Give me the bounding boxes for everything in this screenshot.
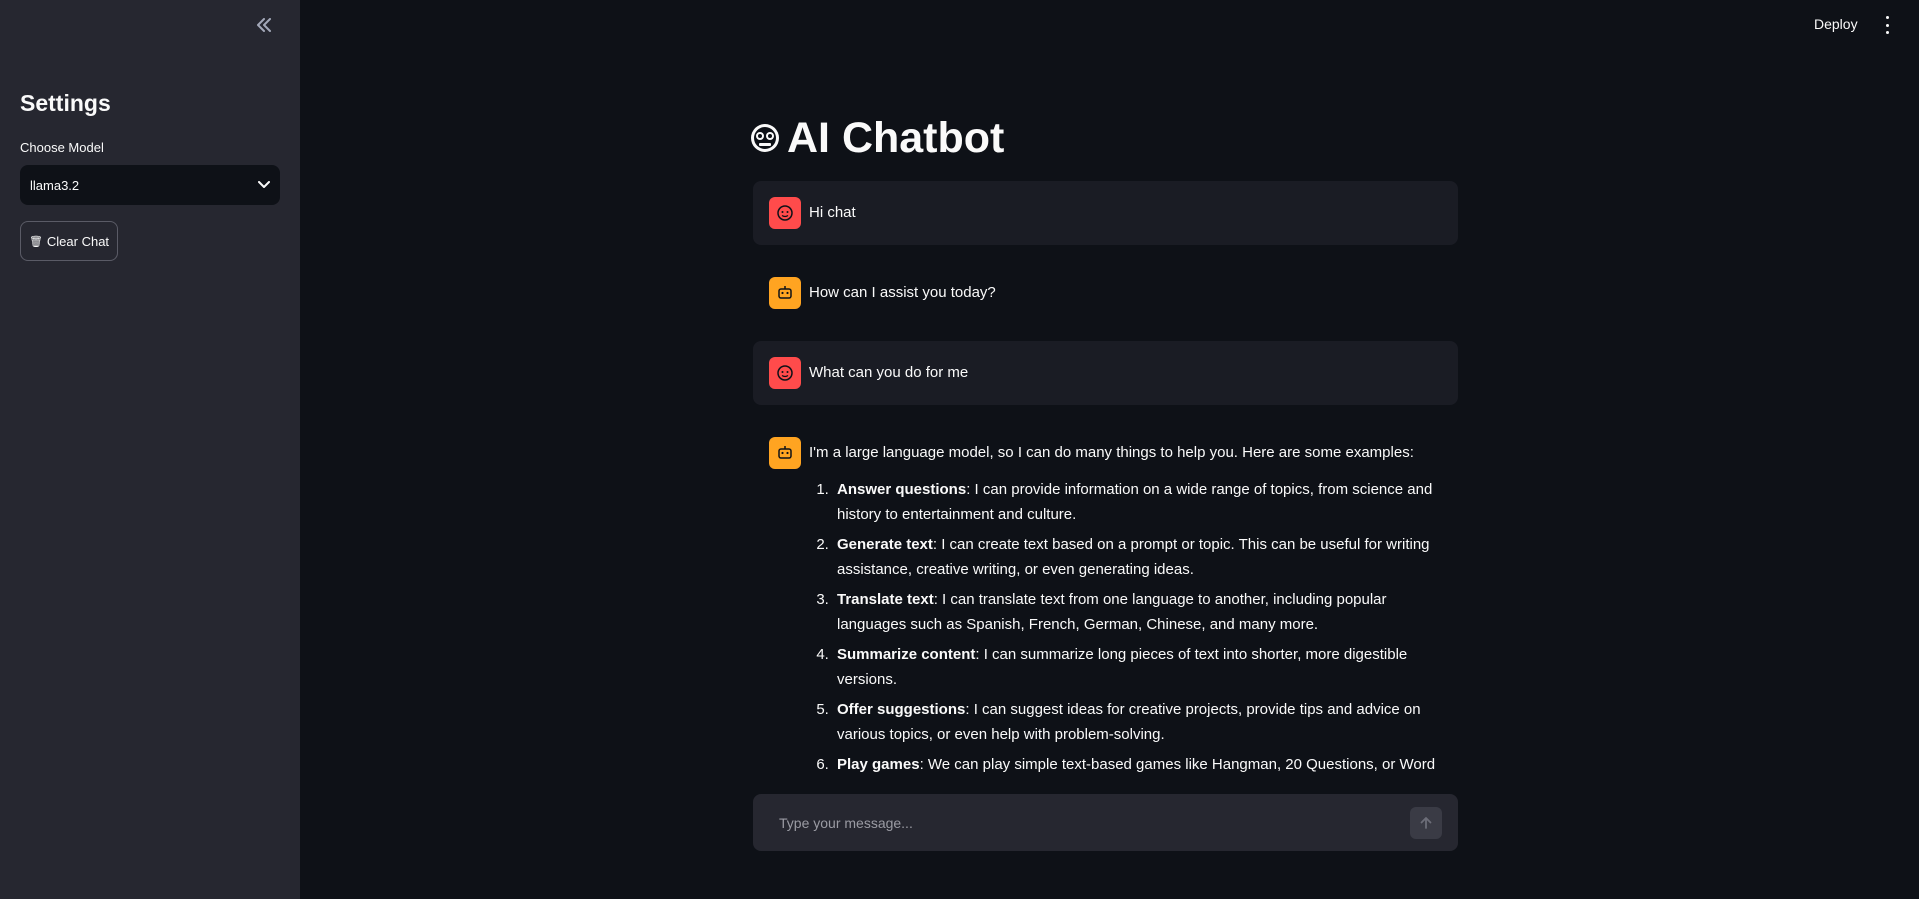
kebab-dot xyxy=(1885,16,1889,19)
message-text: How can I assist you today? xyxy=(809,284,996,301)
model-select-label: Choose Model xyxy=(20,140,104,155)
chat-message-user: What can you do for me xyxy=(753,341,1458,405)
chat-input-container xyxy=(753,794,1458,851)
model-select[interactable]: llama3.2 xyxy=(20,165,280,205)
chat-message-assistant: I'm a large language model, so I can do … xyxy=(753,421,1458,781)
assistant-avatar xyxy=(769,437,801,469)
chevron-double-left-icon xyxy=(257,18,271,32)
robot-icon xyxy=(778,446,792,459)
item-title: Answer questions xyxy=(837,481,967,498)
sidebar: Settings Choose Model llama3.2 🗑 Clear C… xyxy=(0,0,300,899)
page-title: AI Chatbot xyxy=(749,110,1004,166)
item-title: Offer suggestions xyxy=(837,701,966,718)
arrow-up-icon xyxy=(1420,816,1432,829)
robot-icon xyxy=(778,286,792,299)
item-title: Generate text xyxy=(837,536,933,553)
message-text: What can you do for me xyxy=(809,364,969,381)
clear-chat-label: Clear Chat xyxy=(46,233,110,249)
model-select-value: llama3.2 xyxy=(30,177,80,193)
list-item: Translate text: I can translate text fro… xyxy=(833,587,1442,637)
chat-input[interactable] xyxy=(777,813,1410,832)
message-text: Hi chat xyxy=(809,204,856,221)
assistant-avatar xyxy=(769,277,801,309)
item-title: Translate text xyxy=(837,591,934,608)
user-face-icon xyxy=(777,365,793,381)
sidebar-title: Settings xyxy=(20,90,111,116)
list-item: Summarize content: I can summarize long … xyxy=(833,642,1442,692)
chevron-down-icon xyxy=(258,181,270,188)
item-title: Summarize content xyxy=(837,646,976,663)
send-button[interactable] xyxy=(1410,806,1442,839)
message-body: I'm a large language model, so I can do … xyxy=(809,437,1442,773)
user-avatar xyxy=(769,357,801,389)
page-title-text: AI Chatbot xyxy=(787,113,1005,162)
clear-chat-button[interactable]: 🗑 Clear Chat xyxy=(20,221,118,261)
robot-face-icon xyxy=(751,124,779,152)
kebab-dot xyxy=(1885,31,1889,34)
deploy-button[interactable]: Deploy xyxy=(1814,16,1858,32)
list-item: Generate text: I can create text based o… xyxy=(833,532,1442,582)
user-face-icon xyxy=(777,205,793,221)
trash-icon: 🗑 xyxy=(28,235,43,248)
message-intro: I'm a large language model, so I can do … xyxy=(809,444,1414,461)
user-avatar xyxy=(769,197,801,229)
kebab-dot xyxy=(1885,23,1889,27)
chat-message-assistant: How can I assist you today? xyxy=(753,261,1458,325)
list-item: Offer suggestions: I can suggest ideas f… xyxy=(833,697,1442,747)
item-title: Play games xyxy=(837,756,920,773)
capabilities-list: Answer questions: I can provide informat… xyxy=(809,477,1442,777)
collapse-sidebar-button[interactable] xyxy=(254,15,274,35)
list-item: Answer questions: I can provide informat… xyxy=(833,477,1442,527)
chat-message-user: Hi chat xyxy=(753,181,1458,245)
item-text: : We can play simple text-based games li… xyxy=(919,756,1436,773)
list-item: Play games: We can play simple text-base… xyxy=(833,752,1442,777)
main-menu-button[interactable] xyxy=(1880,16,1894,34)
